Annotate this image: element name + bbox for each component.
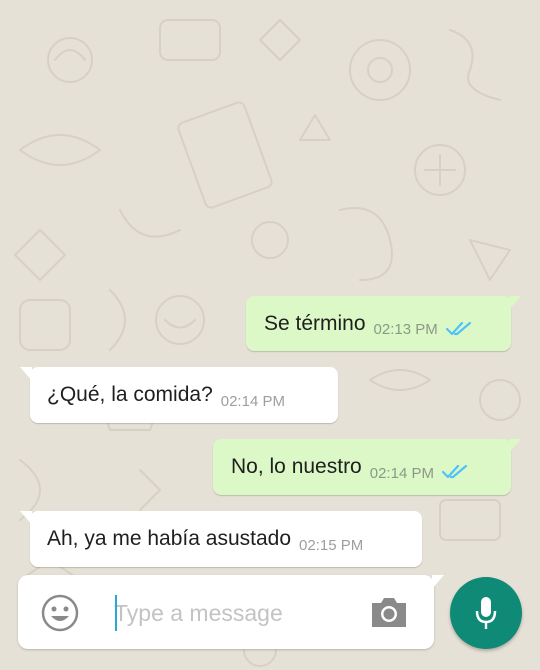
- message-timestamp: 02:13 PM: [373, 321, 438, 338]
- message-text: Ah, ya me había asustado: [47, 527, 291, 550]
- message-timestamp: 02:14 PM: [369, 464, 434, 482]
- emoji-icon[interactable]: [40, 593, 80, 633]
- message-timestamp: 02:14 PM: [220, 392, 285, 410]
- bubble-tail: [20, 367, 32, 381]
- double-check-read-icon: [441, 464, 468, 479]
- message-text: No, lo nuestro: [231, 455, 362, 478]
- message-bubble-incoming[interactable]: Ah, ya me había asustado 02:15 PM: [20, 511, 422, 567]
- message-text: ¿Qué, la comida?: [47, 383, 213, 406]
- message-bubble-outgoing[interactable]: Se término 02:13 PM: [246, 296, 521, 351]
- double-check-read-icon: [445, 321, 471, 335]
- message-input[interactable]: [114, 593, 354, 633]
- text-cursor: [115, 595, 117, 631]
- bubble-tail: [20, 511, 32, 525]
- message-timestamp: 02:15 PM: [299, 536, 364, 554]
- message-bubble-incoming[interactable]: ¿Qué, la comida? 02:14 PM: [20, 367, 338, 423]
- message-text: Se término: [264, 311, 366, 335]
- bubble-tail: [509, 296, 521, 310]
- composer-tail: [432, 575, 444, 589]
- message-composer: [18, 575, 444, 649]
- microphone-icon: [475, 597, 497, 629]
- message-bubble-outgoing[interactable]: No, lo nuestro 02:14 PM: [213, 439, 521, 495]
- voice-record-button[interactable]: [450, 577, 522, 649]
- bubble-tail: [509, 439, 521, 453]
- camera-icon[interactable]: [370, 595, 408, 629]
